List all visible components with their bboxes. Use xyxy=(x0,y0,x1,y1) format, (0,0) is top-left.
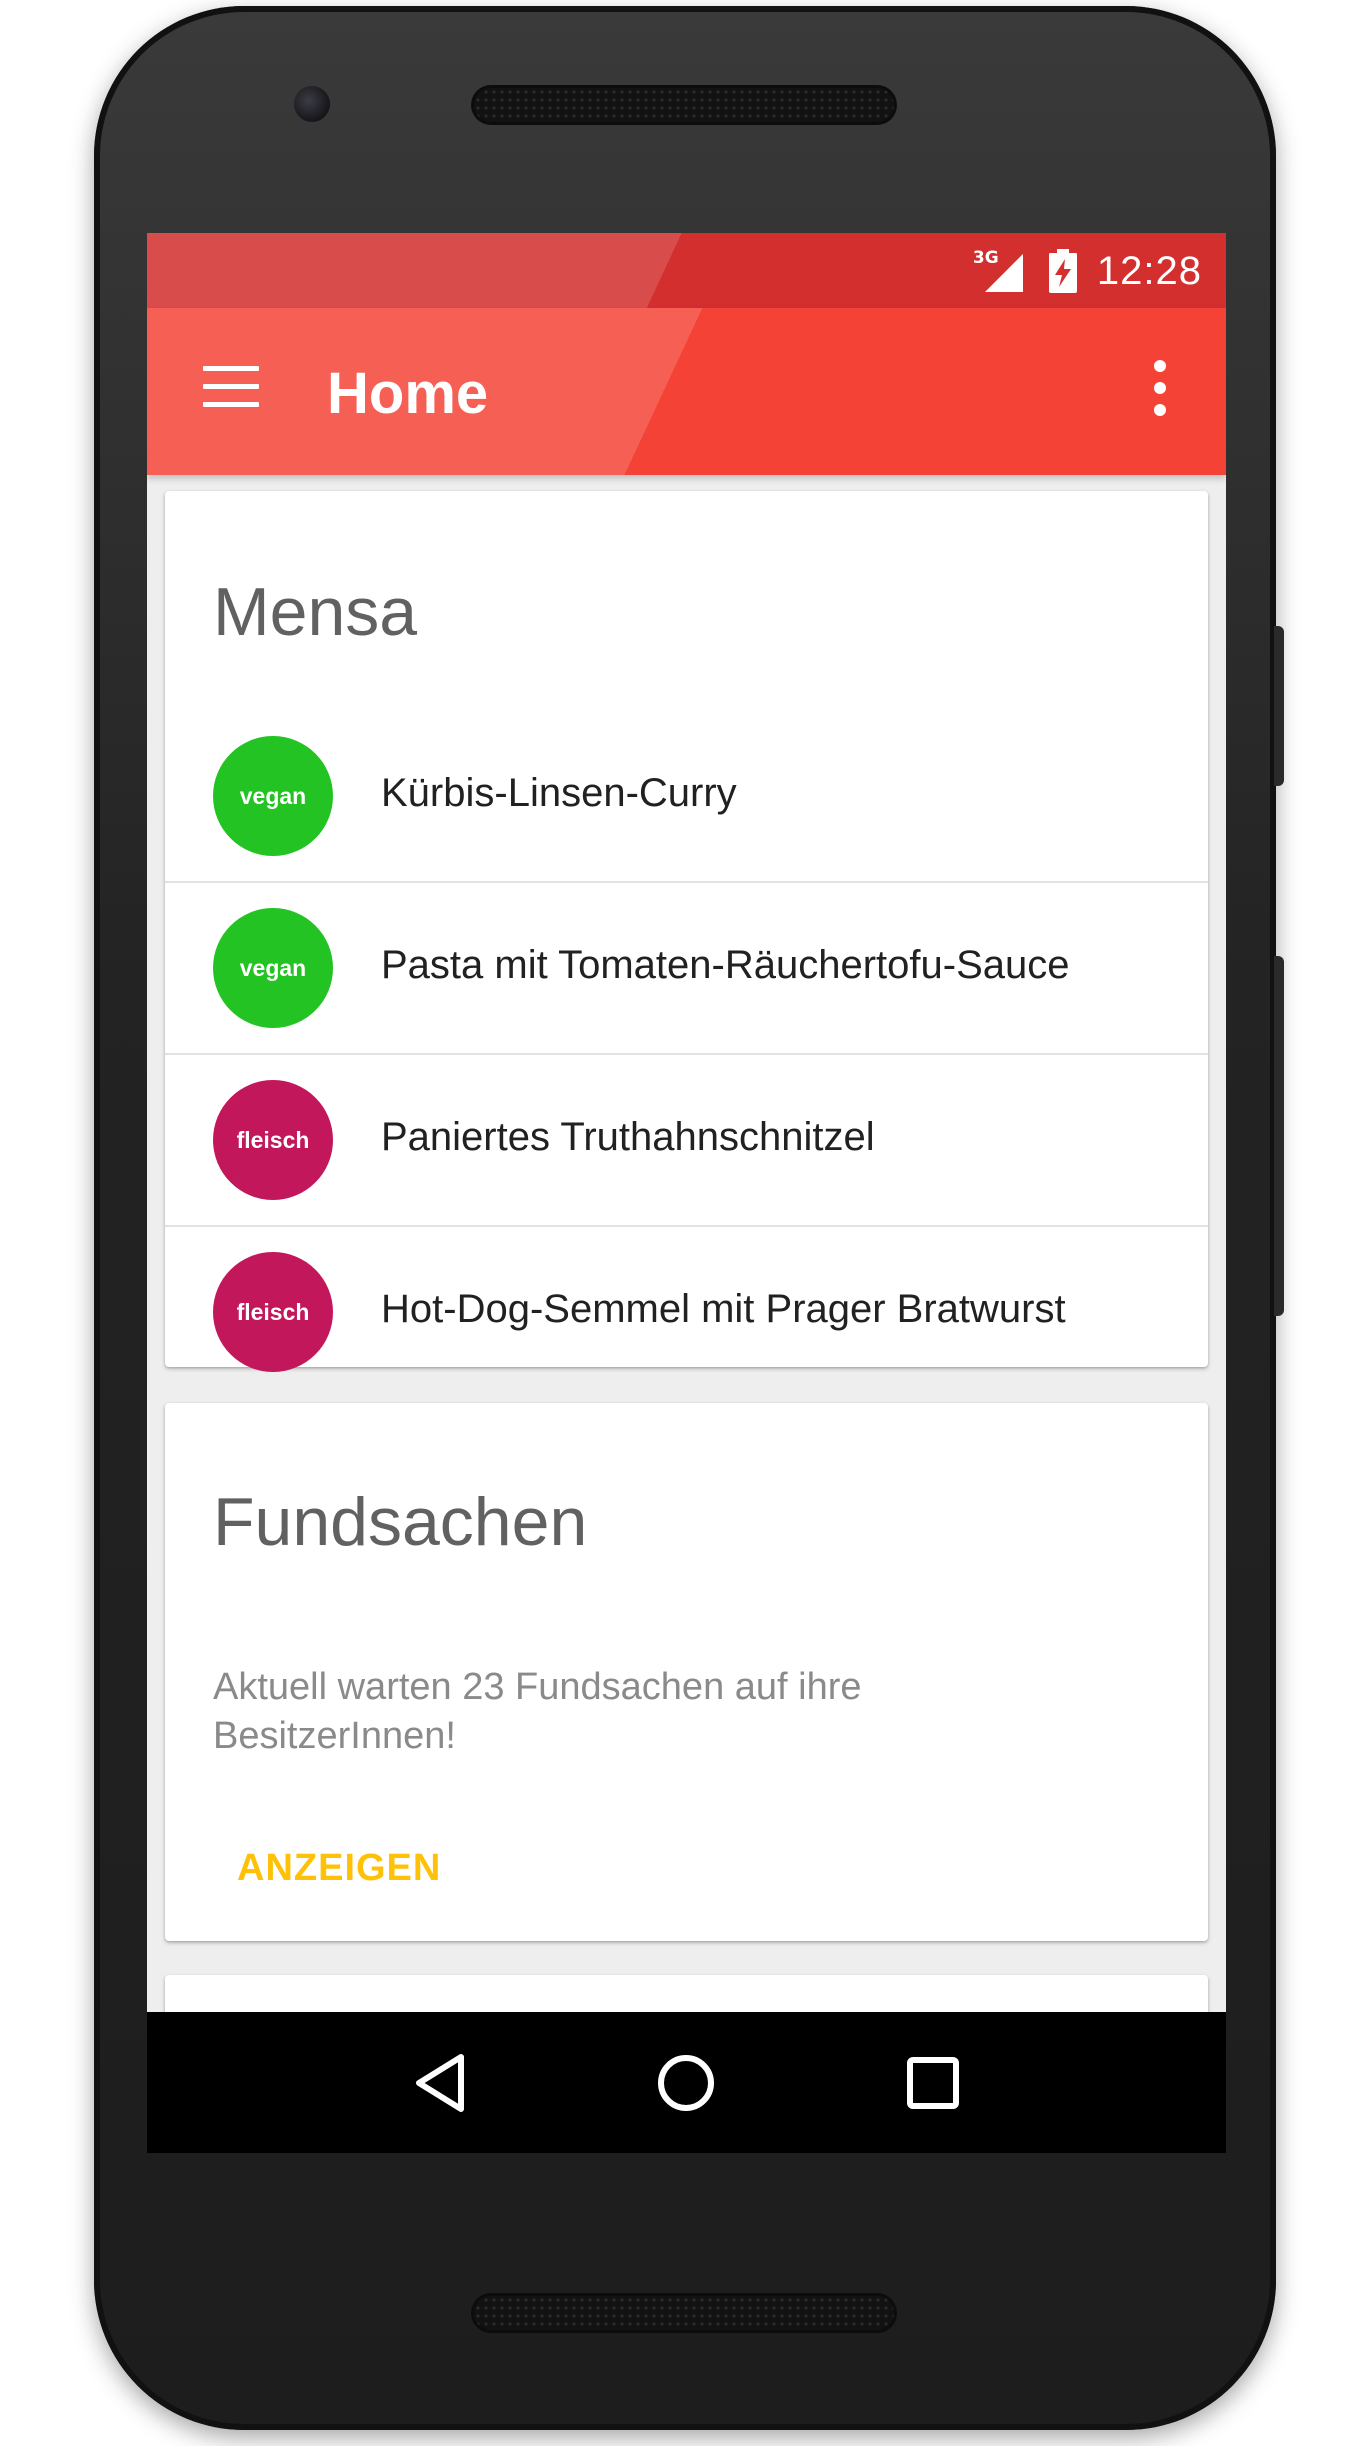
screen: 3G 12:28 Home Mensa vegan Kürbis-Linsen-… xyxy=(147,233,1226,2153)
volume-button xyxy=(1274,956,1284,1316)
page-title: Home xyxy=(327,361,489,426)
front-camera xyxy=(294,86,330,122)
meal-name: Hot-Dog-Semmel mit Prager Bratwurst xyxy=(381,1287,1066,1331)
hamburger-menu-icon[interactable] xyxy=(203,366,259,408)
diet-badge: fleisch xyxy=(213,1252,333,1372)
mensa-card-title: Mensa xyxy=(213,574,418,650)
anzeigen-button[interactable]: ANZEIGEN xyxy=(237,1847,441,1890)
app-bar: Home xyxy=(147,308,1226,475)
diet-badge: fleisch xyxy=(213,1080,333,1200)
back-triangle-icon[interactable] xyxy=(405,2048,475,2118)
fundsachen-card: Fundsachen Aktuell warten 23 Fundsachen … xyxy=(165,1403,1208,1941)
next-card xyxy=(165,1975,1208,2012)
status-clock: 12:28 xyxy=(1096,248,1202,293)
system-navigation-bar xyxy=(147,2012,1226,2153)
diet-badge: vegan xyxy=(213,736,333,856)
status-bar: 3G 12:28 xyxy=(147,233,1226,308)
fundsachen-card-title: Fundsachen xyxy=(213,1484,588,1560)
meal-name: Pasta mit Tomaten-Räuchertofu-Sauce xyxy=(381,943,1070,987)
meal-list: vegan Kürbis-Linsen-Curry vegan Pasta mi… xyxy=(165,711,1208,1397)
earpiece-speaker xyxy=(474,88,894,122)
battery-charging-icon xyxy=(1048,249,1077,293)
meal-list-item[interactable]: vegan Pasta mit Tomaten-Räuchertofu-Sauc… xyxy=(165,883,1208,1055)
meal-list-item[interactable]: fleisch Hot-Dog-Semmel mit Prager Bratwu… xyxy=(165,1227,1208,1397)
fundsachen-description: Aktuell warten 23 Fundsachen auf ihre Be… xyxy=(213,1666,862,1757)
home-circle-icon[interactable] xyxy=(651,2048,721,2118)
meal-list-item[interactable]: fleisch Paniertes Truthahnschnitzel xyxy=(165,1055,1208,1227)
recents-square-icon[interactable] xyxy=(898,2048,968,2118)
diet-badge: vegan xyxy=(213,908,333,1028)
scroll-content[interactable]: Mensa vegan Kürbis-Linsen-Curry vegan Pa… xyxy=(147,475,1226,2012)
mensa-card: Mensa vegan Kürbis-Linsen-Curry vegan Pa… xyxy=(165,491,1208,1372)
meal-name: Kürbis-Linsen-Curry xyxy=(381,771,737,815)
bottom-speaker xyxy=(474,2296,894,2330)
power-button xyxy=(1274,626,1284,786)
meal-name: Paniertes Truthahnschnitzel xyxy=(381,1115,875,1159)
status-icons: 3G 12:28 xyxy=(973,243,1202,299)
more-vert-icon[interactable] xyxy=(1150,358,1170,418)
cell-signal-icon: 3G xyxy=(973,248,1029,294)
meal-list-item[interactable]: vegan Kürbis-Linsen-Curry xyxy=(165,711,1208,883)
